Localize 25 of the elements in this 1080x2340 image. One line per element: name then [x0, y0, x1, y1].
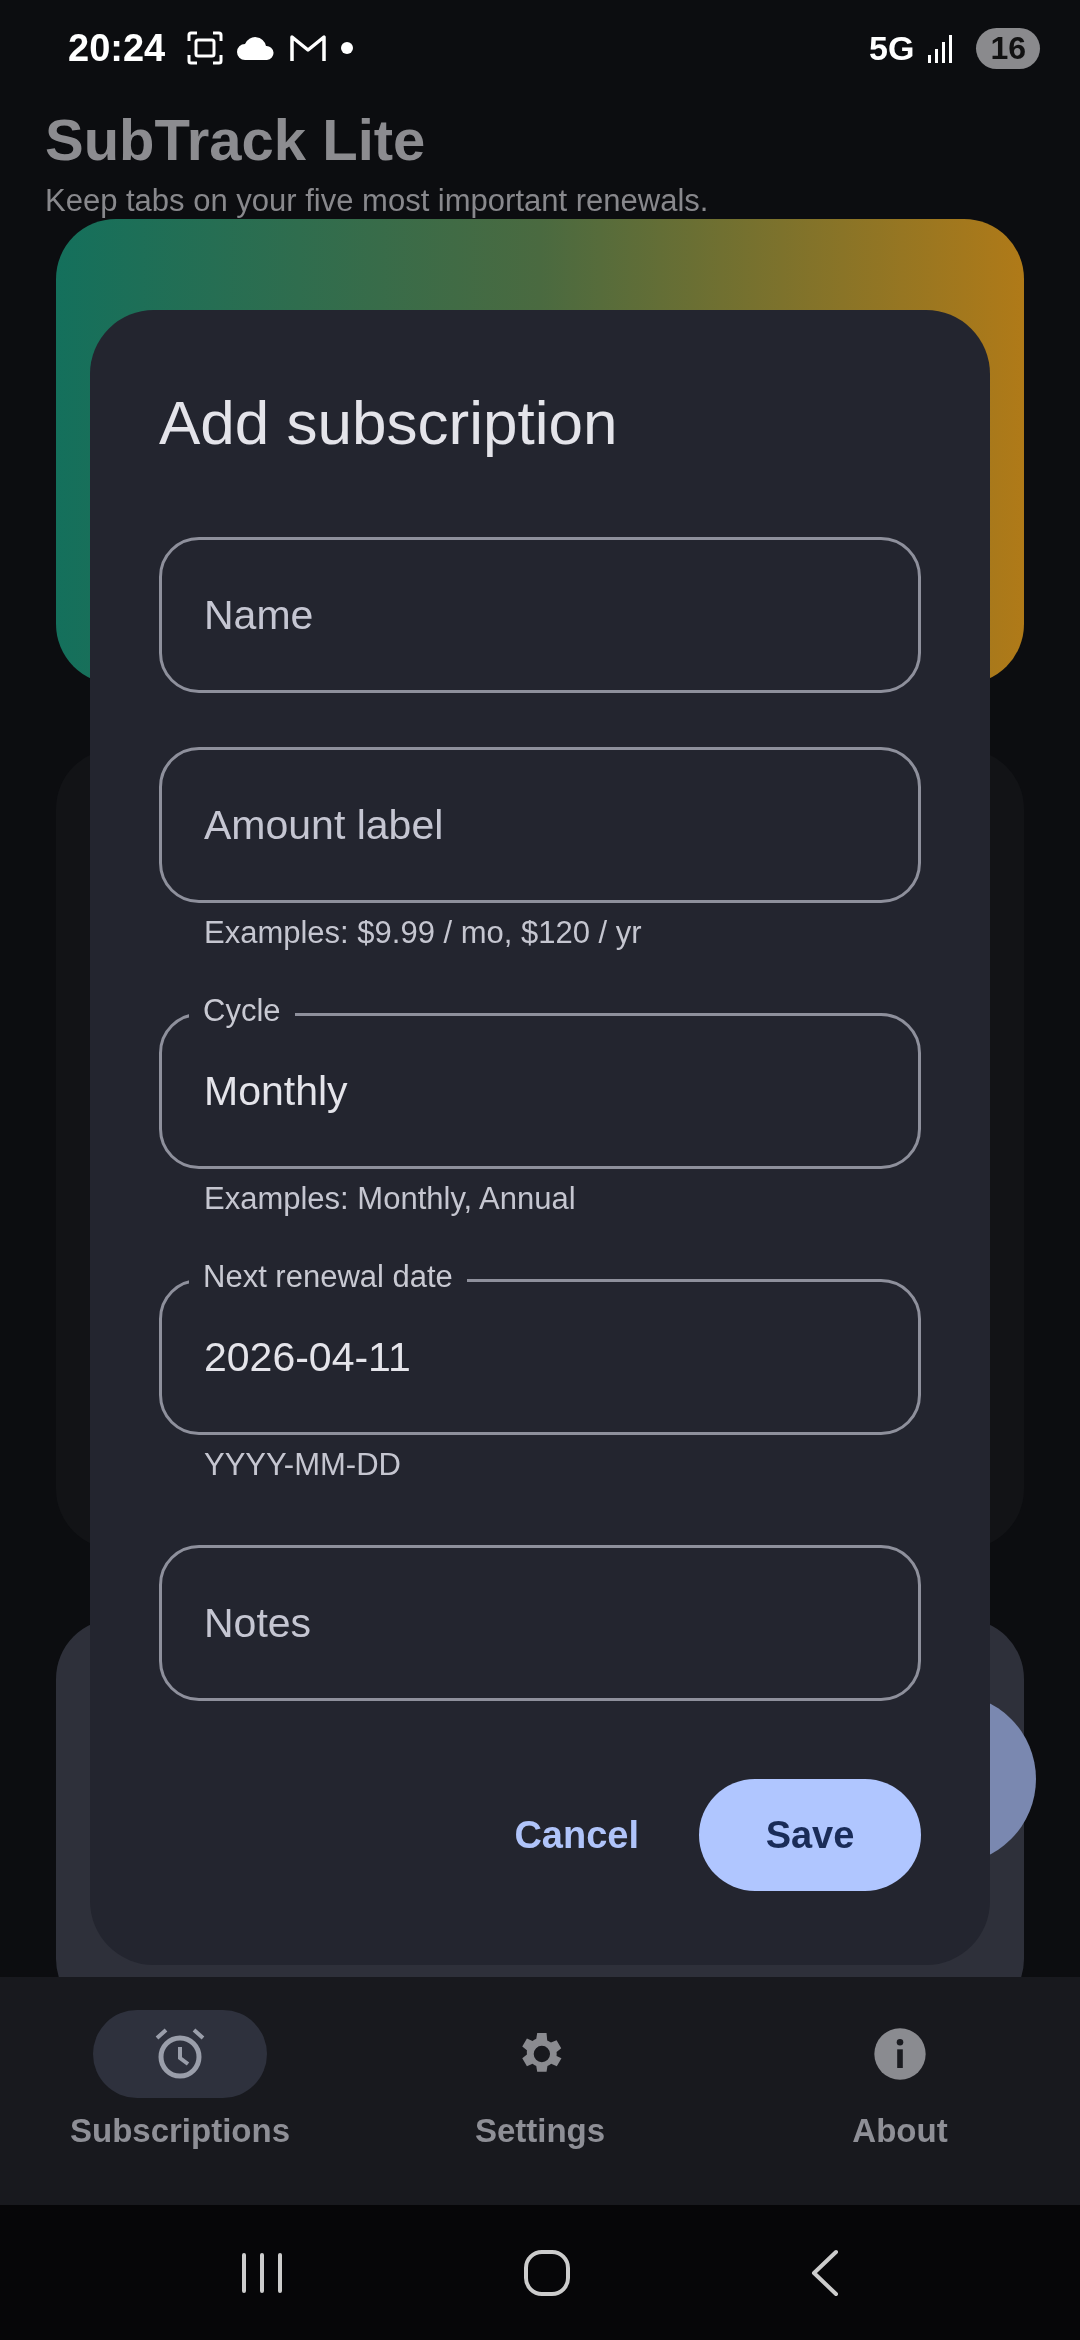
cancel-button[interactable]: Cancel [494, 1779, 659, 1891]
input-field[interactable]: Name [159, 537, 921, 693]
helper-text: YYYY-MM-DD [203, 1446, 402, 1483]
dot-icon [341, 42, 354, 54]
nav-tab[interactable]: Settings [390, 2010, 690, 2150]
mail-icon [289, 33, 328, 63]
nav-tab[interactable]: Subscriptions [30, 2010, 330, 2150]
dialog-title: Add subscription [159, 387, 619, 458]
helper-text: Examples: $9.99 / mo, $120 / yr [203, 914, 643, 951]
back-icon[interactable] [810, 2248, 841, 2297]
home-icon[interactable] [523, 2248, 571, 2297]
app-subtitle: Keep tabs on your five most important renewals. [45, 183, 710, 219]
input-field[interactable]: Amount label [159, 747, 921, 903]
input-field[interactable]: Notes [159, 1545, 921, 1701]
app-title: SubTrack Lite [45, 106, 427, 173]
save-button[interactable]: Save [699, 1779, 921, 1891]
info-icon [872, 2026, 928, 2082]
nav-tab[interactable]: About [750, 2010, 1050, 2150]
screenshot-icon [187, 31, 224, 65]
recents-icon[interactable] [239, 2250, 284, 2295]
battery-indicator: 16 [976, 27, 1040, 69]
status-time: 20:24 [68, 26, 166, 70]
network-label: 5G [869, 28, 915, 68]
cloud-icon [237, 36, 276, 60]
helper-text: Examples: Monthly, Annual [203, 1180, 577, 1217]
